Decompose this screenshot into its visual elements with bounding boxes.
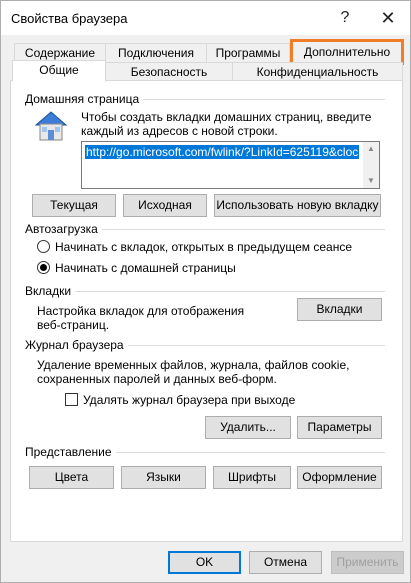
default-button[interactable]: Исходная [123, 194, 207, 217]
history-section-title: Журнал браузера [25, 338, 128, 352]
tab-general[interactable]: Общие [12, 60, 106, 82]
tabs-settings-button[interactable]: Вкладки [297, 298, 382, 321]
languages-button[interactable]: Языки [121, 466, 206, 489]
tab-connections[interactable]: Подключения [105, 43, 207, 63]
title-bar: Свойства браузера ? ✕ [1, 1, 410, 35]
use-new-tab-button[interactable]: Использовать новую вкладку [214, 194, 381, 217]
delete-history-button[interactable]: Удалить... [205, 416, 291, 439]
colors-button[interactable]: Цвета [29, 466, 114, 489]
scroll-down-icon[interactable]: ▼ [367, 176, 375, 185]
design-button[interactable]: Оформление [297, 466, 382, 489]
startup-home-radio[interactable] [37, 261, 50, 274]
startup-previous-radio[interactable] [37, 240, 50, 253]
section-divider [25, 291, 385, 292]
home-icon [34, 111, 68, 141]
scroll-up-icon[interactable]: ▲ [367, 144, 375, 153]
startup-home-label[interactable]: Начинать с домашней страницы [55, 261, 236, 276]
help-button[interactable]: ? [330, 7, 360, 29]
tab-privacy[interactable]: Конфиденциальность [232, 62, 403, 82]
delete-on-exit-checkbox[interactable] [65, 393, 78, 406]
startup-section-title: Автозагрузка [25, 222, 102, 236]
window-title: Свойства браузера [11, 11, 128, 26]
home-url-value: http://go.microsoft.com/fwlink/?LinkId=6… [85, 145, 360, 159]
tab-security[interactable]: Безопасность [105, 62, 233, 82]
appearance-section-title: Представление [25, 445, 116, 459]
home-url-textarea[interactable]: http://go.microsoft.com/fwlink/?LinkId=6… [81, 141, 380, 189]
history-desc-line2: сохраненных паролей и данных веб-форм. [37, 372, 277, 386]
history-desc-line1: Удаление временных файлов, журнала, файл… [37, 358, 350, 372]
tab-programs[interactable]: Программы [206, 43, 290, 63]
history-settings-button[interactable]: Параметры [297, 416, 382, 439]
apply-button[interactable]: Применить [331, 551, 404, 574]
current-button[interactable]: Текущая [32, 194, 116, 217]
ok-button[interactable]: OK [168, 551, 241, 574]
cancel-button[interactable]: Отмена [249, 551, 322, 574]
home-desc-line2: каждый из адресов с новой строки. [81, 124, 278, 138]
fonts-button[interactable]: Шрифты [213, 466, 291, 489]
tabs-section-title: Вкладки [25, 284, 76, 298]
close-button[interactable]: ✕ [373, 7, 403, 29]
url-scrollbar[interactable]: ▲ ▼ [363, 142, 379, 188]
startup-previous-label[interactable]: Начинать с вкладок, открытых в предыдуще… [55, 240, 352, 255]
home-desc-line1: Чтобы создать вкладки домашних страниц, … [81, 110, 372, 124]
tabs-desc-line1: Настройка вкладок для отображения [37, 304, 245, 318]
browser-properties-dialog: Свойства браузера ? ✕ Содержание Подключ… [0, 0, 411, 583]
home-section-title: Домашняя страница [25, 92, 144, 106]
delete-on-exit-label[interactable]: Удалять журнал браузера при выходе [83, 393, 295, 408]
tabs-desc-line2: веб-страниц. [37, 318, 110, 332]
